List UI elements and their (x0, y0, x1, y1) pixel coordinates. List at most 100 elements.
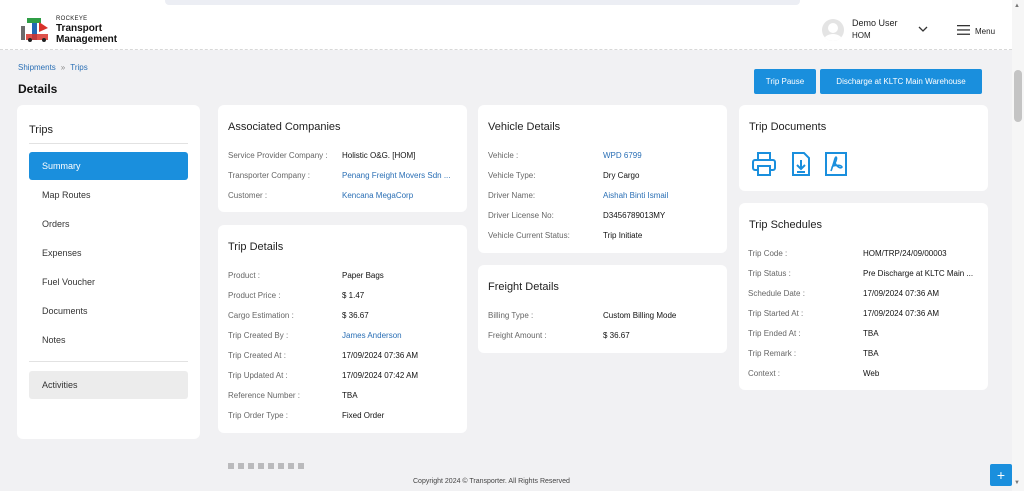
trip-pause-button[interactable]: Trip Pause (754, 69, 816, 94)
sidebar-item-activities[interactable]: Activities (29, 371, 188, 399)
row-value: D3456789013MY (603, 211, 666, 220)
row-value: TBA (342, 391, 358, 400)
download-icon[interactable] (789, 151, 813, 177)
row-label: Trip Ended At : (748, 329, 801, 338)
row-value: Paper Bags (342, 271, 384, 280)
breadcrumb-shipments[interactable]: Shipments (18, 63, 56, 72)
row-value: Dry Cargo (603, 171, 640, 180)
row-value: HOM/TRP/24/09/00003 (863, 249, 947, 258)
detail-row: Customer : Kencana MegaCorp (228, 191, 463, 203)
row-label: Trip Order Type : (228, 411, 289, 420)
detail-row: Trip Started At : 17/09/2024 07:36 AM (748, 309, 984, 321)
pdf-icon[interactable] (824, 151, 848, 177)
row-label: Customer : (228, 191, 268, 200)
detail-row: Vehicle Current Status: Trip Initiate (488, 231, 723, 243)
row-label: Vehicle Type: (488, 171, 536, 180)
row-value: 17/09/2024 07:42 AM (342, 371, 419, 380)
row-label: Billing Type : (488, 311, 534, 320)
discharge-button[interactable]: Discharge at KLTC Main Warehouse (820, 69, 982, 94)
trip-documents-title: Trip Documents (749, 121, 827, 133)
sidebar-item-map-routes[interactable]: Map Routes (29, 181, 188, 209)
row-label: Transporter Company : (228, 171, 310, 180)
trip-details-title: Trip Details (228, 241, 284, 253)
brand-logo-icon (21, 18, 48, 42)
top-bar: ROCKEYE Transport Management Demo User H… (0, 0, 1012, 50)
row-label: Trip Started At : (748, 309, 804, 318)
detail-row: Schedule Date : 17/09/2024 07:36 AM (748, 289, 984, 301)
detail-row: Vehicle Type: Dry Cargo (488, 171, 723, 183)
row-label: Driver Name: (488, 191, 536, 200)
trip-created-by-link[interactable]: James Anderson (342, 331, 462, 340)
row-label: Trip Created By : (228, 331, 289, 340)
row-label: Driver License No: (488, 211, 554, 220)
menu-label[interactable]: Menu (975, 27, 995, 36)
row-value: $ 1.47 (342, 291, 365, 300)
row-label: Trip Remark : (748, 349, 797, 358)
sidebar-item-summary[interactable]: Summary (29, 152, 188, 180)
breadcrumb-separator: » (60, 63, 66, 72)
vehicle-link[interactable]: WPD 6799 (603, 151, 721, 160)
row-label: Service Provider Company : (228, 151, 328, 160)
sidebar-item-fuel-voucher[interactable]: Fuel Voucher (29, 268, 188, 296)
brand-name-line2: Management (56, 34, 118, 45)
row-value: TBA (863, 349, 879, 358)
associated-companies-card: Associated Companies Service Provider Co… (218, 105, 467, 212)
detail-row: Trip Code : HOM/TRP/24/09/00003 (748, 249, 984, 261)
scrollbar-thumb[interactable] (1014, 70, 1022, 122)
detail-row: Trip Created At : 17/09/2024 07:36 AM (228, 351, 463, 363)
sidebar-item-orders[interactable]: Orders (29, 210, 188, 238)
row-label: Freight Amount : (488, 331, 547, 340)
detail-row: Trip Remark : TBA (748, 349, 984, 361)
freight-details-card: Freight Details Billing Type : Custom Bi… (478, 265, 727, 353)
sidebar-divider (29, 143, 188, 144)
row-label: Trip Code : (748, 249, 788, 258)
row-label: Product : (228, 271, 261, 280)
row-value: Fixed Order (342, 411, 385, 420)
detail-row: Transporter Company : Penang Freight Mov… (228, 171, 463, 183)
row-value: Pre Discharge at KLTC Main ... (863, 269, 974, 278)
detail-row: Trip Status : Pre Discharge at KLTC Main… (748, 269, 984, 281)
top-bar-overlay (165, 0, 800, 5)
next-section-heading-fragment (228, 463, 308, 469)
detail-row: Reference Number : TBA (228, 391, 463, 403)
row-value: $ 36.67 (603, 331, 630, 340)
detail-row: Freight Amount : $ 36.67 (488, 331, 723, 343)
breadcrumb-trips[interactable]: Trips (70, 63, 87, 72)
row-label: Trip Status : (748, 269, 791, 278)
trip-documents-card: Trip Documents (739, 105, 988, 191)
trip-schedules-card: Trip Schedules Trip Code : HOM/TRP/24/09… (739, 203, 988, 390)
detail-row: Vehicle : WPD 6799 (488, 151, 723, 163)
row-value: 17/09/2024 07:36 AM (863, 289, 940, 298)
detail-row: Context : Web (748, 369, 984, 381)
row-value: Holistic O&G. [HOM] (342, 151, 416, 160)
sidebar-item-documents[interactable]: Documents (29, 297, 188, 325)
chevron-down-icon[interactable] (917, 25, 929, 33)
user-role: HOM (852, 31, 871, 40)
customer-link[interactable]: Kencana MegaCorp (342, 191, 462, 200)
sidebar-item-expenses[interactable]: Expenses (29, 239, 188, 267)
scroll-up-arrow-icon[interactable]: ▲ (1014, 3, 1020, 9)
transporter-company-link[interactable]: Penang Freight Movers Sdn ... (342, 171, 462, 180)
detail-row: Driver Name: Aishah Binti Ismail (488, 191, 723, 203)
sidebar-item-notes[interactable]: Notes (29, 326, 188, 354)
vehicle-details-card: Vehicle Details Vehicle : WPD 6799 Vehic… (478, 105, 727, 253)
row-value: TBA (863, 329, 879, 338)
driver-name-link[interactable]: Aishah Binti Ismail (603, 191, 721, 200)
sidebar-divider (29, 361, 188, 362)
brand-tagline: ROCKEYE (56, 16, 88, 22)
row-label: Trip Updated At : (228, 371, 288, 380)
row-label: Cargo Estimation : (228, 311, 294, 320)
row-label: Product Price : (228, 291, 281, 300)
scroll-down-arrow-icon[interactable]: ▼ (1014, 480, 1020, 486)
detail-row: Trip Updated At : 17/09/2024 07:42 AM (228, 371, 463, 383)
printer-icon[interactable] (752, 151, 776, 177)
breadcrumb: Shipments » Trips (18, 63, 88, 72)
hamburger-menu-icon[interactable] (957, 25, 970, 35)
brand-name-line1: Transport (56, 23, 103, 34)
row-label: Vehicle Current Status: (488, 231, 570, 240)
user-avatar[interactable] (822, 19, 844, 41)
user-name[interactable]: Demo User (852, 18, 898, 28)
detail-row: Product : Paper Bags (228, 271, 463, 283)
row-value: 17/09/2024 07:36 AM (863, 309, 940, 318)
add-fab-button[interactable]: + (990, 464, 1012, 486)
